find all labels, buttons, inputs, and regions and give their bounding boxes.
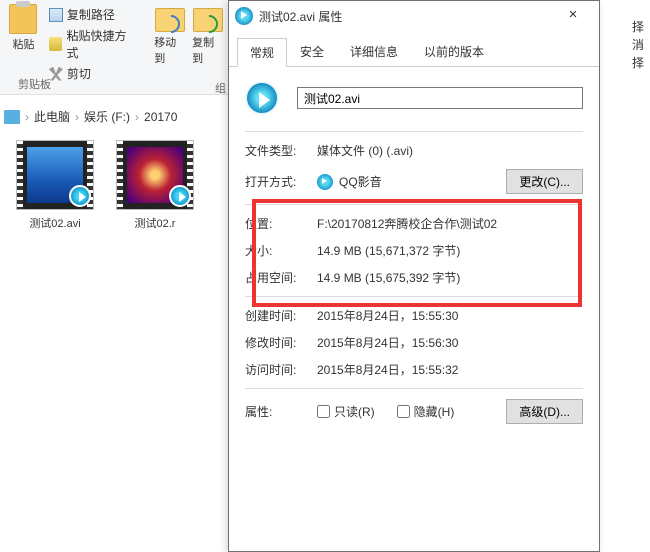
file-pane[interactable]: 测试02.avi 测试02.r: [0, 130, 230, 550]
label-size-on-disk: 占用空间:: [245, 269, 317, 286]
close-button[interactable]: ×: [553, 2, 593, 30]
copy-path-icon: [49, 8, 63, 22]
label-created: 创建时间:: [245, 307, 317, 324]
cut-label: 剪切: [67, 65, 91, 82]
qq-player-icon: [317, 174, 333, 190]
chevron-right-icon: ›: [75, 110, 79, 124]
breadcrumb[interactable]: › 此电脑 › 娱乐 (F:) › 20170: [4, 108, 177, 125]
label-attributes: 属性:: [245, 403, 317, 420]
edge-text: 消: [628, 36, 648, 53]
value-size-on-disk: 14.9 MB (15,675,392 字节): [317, 269, 583, 286]
folder-copy-icon: [193, 8, 223, 32]
file-item[interactable]: 测试02.r: [110, 140, 200, 231]
pc-icon: [4, 110, 20, 124]
label-accessed: 访问时间:: [245, 361, 317, 378]
label-location: 位置:: [245, 215, 317, 232]
paste-label: 粘贴: [12, 36, 34, 52]
tab-details[interactable]: 详细信息: [337, 37, 411, 66]
copy-path-button[interactable]: 复制路径: [49, 6, 136, 23]
clipboard-icon: [9, 4, 37, 34]
edge-text: 择: [628, 54, 648, 71]
play-overlay-icon: [169, 185, 191, 207]
tabs: 常规 安全 详细信息 以前的版本: [229, 31, 599, 67]
dialog-title: 测试02.avi 属性: [259, 8, 553, 25]
breadcrumb-this-pc[interactable]: 此电脑: [34, 108, 70, 125]
copy-to-label: 复制到: [192, 34, 224, 66]
file-type-icon: [245, 81, 279, 115]
cut-button[interactable]: 剪切: [49, 65, 136, 82]
breadcrumb-drive[interactable]: 娱乐 (F:): [84, 108, 130, 125]
advanced-button[interactable]: 高级(D)...: [506, 399, 583, 424]
file-name: 测试02.r: [135, 215, 176, 231]
label-open-with: 打开方式:: [245, 173, 317, 190]
chevron-right-icon: ›: [25, 110, 29, 124]
value-location: F:\20170812奔腾校企合作\测试02: [317, 215, 583, 232]
change-button[interactable]: 更改(C)...: [506, 169, 583, 194]
readonly-checkbox[interactable]: 只读(R): [317, 403, 375, 420]
label-file-type: 文件类型:: [245, 142, 317, 159]
copy-to-button[interactable]: 复制到: [192, 4, 224, 66]
value-file-type: 媒体文件 (0) (.avi): [317, 142, 583, 159]
tab-general[interactable]: 常规: [237, 38, 287, 67]
hidden-checkbox[interactable]: 隐藏(H): [397, 403, 455, 420]
filename-input[interactable]: [297, 87, 583, 109]
paste-shortcut-label: 粘贴快捷方式: [66, 27, 136, 61]
copy-path-label: 复制路径: [67, 6, 115, 23]
breadcrumb-folder[interactable]: 20170: [144, 110, 177, 124]
dialog-titlebar[interactable]: 测试02.avi 属性 ×: [229, 1, 599, 31]
ribbon: 粘贴 复制路径 粘贴快捷方式 剪切 移动到 复制到: [0, 0, 230, 95]
label-size: 大小:: [245, 242, 317, 259]
tab-security[interactable]: 安全: [287, 37, 337, 66]
app-icon: [235, 7, 253, 25]
move-to-label: 移动到: [154, 34, 186, 66]
ribbon-section-suffix: 组: [215, 80, 226, 96]
scissors-icon: [49, 67, 63, 81]
tab-previous-versions[interactable]: 以前的版本: [411, 37, 497, 66]
video-thumbnail: [116, 140, 194, 210]
folder-move-icon: [155, 8, 185, 32]
play-overlay-icon: [69, 185, 91, 207]
edge-text: 择: [628, 18, 648, 35]
paste-shortcut-button[interactable]: 粘贴快捷方式: [49, 27, 136, 61]
value-size: 14.9 MB (15,671,372 字节): [317, 242, 583, 259]
chevron-right-icon: ›: [135, 110, 139, 124]
video-thumbnail: [16, 140, 94, 210]
value-created: 2015年8月24日，15:55:30: [317, 307, 583, 324]
ribbon-section-label: 剪贴板: [18, 76, 51, 92]
move-to-button[interactable]: 移动到: [154, 4, 186, 66]
file-name: 测试02.avi: [29, 215, 80, 231]
shortcut-icon: [49, 37, 63, 51]
label-modified: 修改时间:: [245, 334, 317, 351]
properties-dialog: 测试02.avi 属性 × 常规 安全 详细信息 以前的版本 文件类型: 媒体文…: [228, 0, 600, 552]
value-accessed: 2015年8月24日，15:55:32: [317, 361, 583, 378]
file-item[interactable]: 测试02.avi: [10, 140, 100, 231]
value-open-with: QQ影音: [317, 173, 506, 191]
paste-button[interactable]: 粘贴: [6, 4, 41, 52]
value-modified: 2015年8月24日，15:56:30: [317, 334, 583, 351]
